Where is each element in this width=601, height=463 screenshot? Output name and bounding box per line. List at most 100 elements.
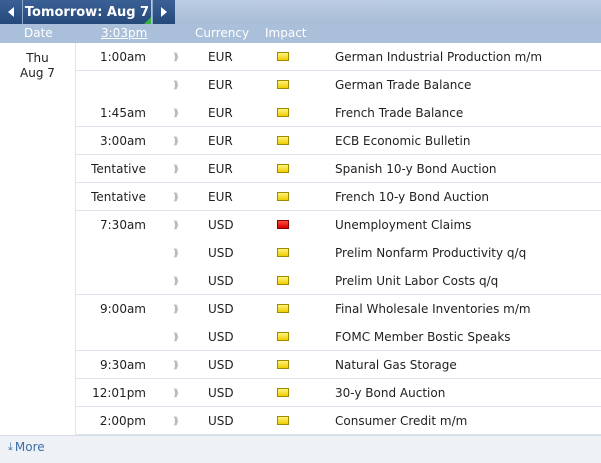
date-day: Thu — [26, 51, 49, 65]
event-time: Tentative — [91, 190, 146, 204]
events-table: Thu Aug 7 1:00am))) EUR German Industrial … — [0, 43, 601, 435]
impact-folder-icon[interactable] — [277, 248, 289, 257]
event-title[interactable]: Consumer Credit m/m — [335, 414, 467, 428]
speaker-icon[interactable]: ))) — [173, 360, 178, 371]
event-time: 9:00am — [100, 302, 146, 316]
event-time: 7:30am — [100, 218, 146, 232]
event-title[interactable]: French Trade Balance — [335, 106, 463, 120]
event-title[interactable]: Spanish 10-y Bond Auction — [335, 162, 497, 176]
event-currency: EUR — [208, 134, 233, 148]
triangle-right-icon — [161, 7, 167, 17]
speaker-icon[interactable]: ))) — [173, 136, 178, 147]
impact-folder-icon[interactable] — [277, 108, 289, 117]
header-impact: Impact — [265, 26, 307, 40]
more-button[interactable]: ⤓ More — [8, 440, 45, 454]
download-arrow-icon: ⤓ — [8, 440, 13, 453]
footer: ⤓ More — [0, 435, 601, 463]
event-currency: USD — [208, 274, 234, 288]
event-title[interactable]: Natural Gas Storage — [335, 358, 457, 372]
event-time: 1:00am — [100, 50, 146, 64]
date-date: Aug 7 — [20, 66, 55, 80]
table-row[interactable]: ))) USD FOMC Member Bostic Speaks — [76, 323, 601, 351]
table-row[interactable]: ))) EUR German Trade Balance — [76, 71, 601, 99]
event-currency: EUR — [208, 78, 233, 92]
impact-folder-icon[interactable] — [277, 304, 289, 313]
speaker-icon[interactable]: ))) — [173, 248, 178, 259]
event-title[interactable]: Unemployment Claims — [335, 218, 471, 232]
table-row[interactable]: 12:01pm))) USD 30-y Bond Auction — [76, 379, 601, 407]
impact-folder-icon[interactable] — [277, 332, 289, 341]
speaker-icon[interactable]: ))) — [173, 108, 178, 119]
table-row[interactable]: 9:00am))) USD Final Wholesale Inventories … — [76, 295, 601, 323]
event-title[interactable]: French 10-y Bond Auction — [335, 190, 489, 204]
event-time: 2:00pm — [99, 414, 146, 428]
header-date: Date — [24, 26, 53, 40]
impact-folder-icon[interactable] — [277, 164, 289, 173]
event-title[interactable]: German Industrial Production m/m — [335, 50, 542, 64]
speaker-icon[interactable]: ))) — [173, 276, 178, 287]
impact-folder-icon[interactable] — [277, 416, 289, 425]
date-cell: Thu Aug 7 — [0, 43, 76, 435]
event-title[interactable]: Prelim Unit Labor Costs q/q — [335, 274, 498, 288]
table-row[interactable]: Tentative))) EUR Spanish 10-y Bond Auction — [76, 155, 601, 183]
event-time: Tentative — [91, 162, 146, 176]
impact-folder-icon[interactable] — [277, 220, 289, 229]
day-title-button[interactable]: Tomorrow: Aug 7 — [23, 0, 151, 24]
event-time: 9:30am — [100, 358, 146, 372]
speaker-icon[interactable]: ))) — [173, 52, 178, 63]
prev-day-button[interactable] — [0, 0, 23, 24]
event-currency: USD — [208, 218, 234, 232]
triangle-left-icon — [8, 7, 14, 17]
impact-folder-icon[interactable] — [277, 388, 289, 397]
event-currency: USD — [208, 386, 234, 400]
event-time: 12:01pm — [92, 386, 146, 400]
event-title[interactable]: Prelim Nonfarm Productivity q/q — [335, 246, 526, 260]
event-currency: USD — [208, 358, 234, 372]
event-currency: USD — [208, 302, 234, 316]
speaker-icon[interactable]: ))) — [173, 388, 178, 399]
impact-folder-icon[interactable] — [277, 192, 289, 201]
event-currency: EUR — [208, 190, 233, 204]
table-row[interactable]: 1:45am))) EUR French Trade Balance — [76, 99, 601, 127]
speaker-icon[interactable]: ))) — [173, 164, 178, 175]
table-row[interactable]: ))) USD Prelim Unit Labor Costs q/q — [76, 267, 601, 295]
speaker-icon[interactable]: ))) — [173, 416, 178, 427]
event-currency: EUR — [208, 50, 233, 64]
impact-folder-icon[interactable] — [277, 80, 289, 89]
event-currency: EUR — [208, 106, 233, 120]
header-time-link[interactable]: 3:03pm — [101, 26, 147, 40]
table-row[interactable]: ))) USD Prelim Nonfarm Productivity q/q — [76, 239, 601, 267]
impact-folder-icon[interactable] — [277, 52, 289, 61]
speaker-icon[interactable]: ))) — [173, 304, 178, 315]
event-title[interactable]: German Trade Balance — [335, 78, 471, 92]
impact-folder-icon[interactable] — [277, 360, 289, 369]
next-day-button[interactable] — [152, 0, 175, 24]
impact-folder-icon[interactable] — [277, 136, 289, 145]
calendar-nav: Tomorrow: Aug 7 — [0, 0, 601, 24]
event-currency: USD — [208, 330, 234, 344]
more-label: More — [14, 440, 45, 454]
impact-folder-icon[interactable] — [277, 276, 289, 285]
speaker-icon[interactable]: ))) — [173, 192, 178, 203]
table-row[interactable]: 9:30am))) USD Natural Gas Storage — [76, 351, 601, 379]
day-title: Tomorrow: Aug 7 — [24, 4, 150, 20]
event-currency: USD — [208, 246, 234, 260]
speaker-icon[interactable]: ))) — [173, 220, 178, 231]
event-title[interactable]: ECB Economic Bulletin — [335, 134, 470, 148]
speaker-icon[interactable]: ))) — [173, 80, 178, 91]
table-row[interactable]: 1:00am))) EUR German Industrial Production… — [76, 43, 601, 71]
event-currency: EUR — [208, 162, 233, 176]
header-currency: Currency — [195, 26, 250, 40]
speaker-icon[interactable]: ))) — [173, 332, 178, 343]
event-title[interactable]: FOMC Member Bostic Speaks — [335, 330, 511, 344]
corner-flag-icon — [144, 17, 151, 24]
table-row[interactable]: 2:00pm))) USD Consumer Credit m/m — [76, 407, 601, 435]
event-title[interactable]: 30-y Bond Auction — [335, 386, 445, 400]
table-header: Date 3:03pm Currency Impact — [0, 24, 601, 43]
table-row[interactable]: Tentative))) EUR French 10-y Bond Auction — [76, 183, 601, 211]
table-row[interactable]: 3:00am))) EUR ECB Economic Bulletin — [76, 127, 601, 155]
event-title[interactable]: Final Wholesale Inventories m/m — [335, 302, 531, 316]
table-row[interactable]: 7:30am))) USD Unemployment Claims — [76, 211, 601, 239]
event-currency: USD — [208, 414, 234, 428]
event-time: 3:00am — [100, 134, 146, 148]
